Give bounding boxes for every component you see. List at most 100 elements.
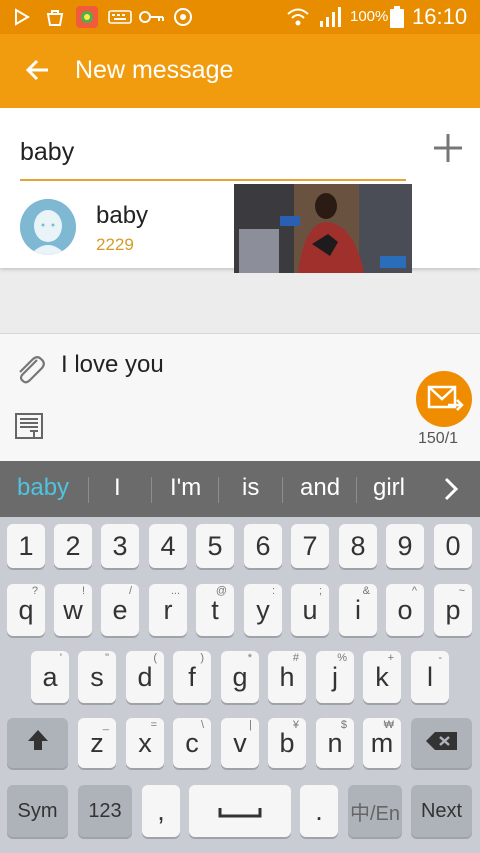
key-l[interactable]: -l bbox=[411, 651, 449, 703]
key-label: 123 bbox=[88, 799, 122, 822]
key-q[interactable]: ? q bbox=[7, 584, 45, 636]
comma-key[interactable]: , bbox=[142, 785, 180, 837]
key-hint: " bbox=[105, 652, 109, 664]
key-hint: | bbox=[249, 719, 252, 731]
numbers-key[interactable]: 123 bbox=[78, 785, 132, 837]
battery-icon bbox=[390, 6, 404, 28]
key-v[interactable]: | v bbox=[221, 718, 259, 768]
sym-key[interactable]: Sym bbox=[7, 785, 68, 837]
key-hint: % bbox=[337, 652, 347, 664]
send-button[interactable] bbox=[416, 371, 472, 427]
prediction-word[interactable]: is bbox=[242, 474, 259, 502]
contact-number: 2229 bbox=[96, 235, 134, 254]
key-c[interactable]: \ c bbox=[173, 718, 211, 768]
prediction-bar: baby I I'm is and girl bbox=[0, 461, 480, 517]
key-hint: ! bbox=[81, 585, 85, 597]
key-w[interactable]: ! w bbox=[54, 584, 92, 636]
chevron-right-icon[interactable] bbox=[437, 475, 465, 503]
key-hint: ) bbox=[200, 652, 204, 664]
space-key[interactable] bbox=[189, 785, 291, 837]
key-1[interactable]: 1 bbox=[7, 524, 45, 568]
key-y[interactable]: :y bbox=[244, 584, 282, 636]
key-label: u bbox=[302, 594, 318, 625]
battery-percent: 100% bbox=[350, 8, 389, 25]
template-icon[interactable] bbox=[14, 411, 44, 441]
key-z[interactable]: _ z bbox=[78, 718, 116, 768]
key-b[interactable]: ¥ b bbox=[268, 718, 306, 768]
prediction-word[interactable]: girl bbox=[373, 474, 405, 502]
period-key[interactable]: . bbox=[300, 785, 338, 837]
key-u[interactable]: ; u bbox=[291, 584, 329, 636]
key-hint: \ bbox=[200, 719, 204, 731]
signal-icon bbox=[318, 6, 342, 28]
key-label: i bbox=[355, 594, 361, 625]
key-label: a bbox=[42, 661, 58, 692]
key-e[interactable]: / e bbox=[101, 584, 139, 636]
prediction-word[interactable]: baby bbox=[17, 474, 69, 502]
language-key[interactable]: 中/En bbox=[348, 785, 402, 837]
key-6[interactable]: 6 bbox=[244, 524, 282, 568]
key-hint: - bbox=[438, 652, 442, 664]
prediction-word[interactable]: and bbox=[300, 474, 340, 502]
key-n[interactable]: $ n bbox=[316, 718, 354, 768]
key-label: h bbox=[279, 661, 295, 692]
key-7[interactable]: 7 bbox=[291, 524, 329, 568]
key-label: 7 bbox=[302, 530, 318, 561]
key-label: b bbox=[279, 727, 295, 758]
key-8[interactable]: 8 bbox=[339, 524, 377, 568]
key-d[interactable]: (d bbox=[126, 651, 164, 703]
key-hint: ? bbox=[31, 585, 38, 597]
key-label: d bbox=[137, 661, 153, 692]
key-k[interactable]: + k bbox=[363, 651, 401, 703]
key-label: 8 bbox=[350, 530, 366, 561]
key-h[interactable]: # h bbox=[268, 651, 306, 703]
app-notification-icon bbox=[76, 6, 98, 28]
play-store-icon bbox=[12, 6, 32, 28]
prediction-word[interactable]: I'm bbox=[170, 474, 201, 502]
key-label: Next bbox=[420, 799, 463, 822]
paperclip-icon[interactable] bbox=[13, 352, 47, 386]
key-label: , bbox=[157, 795, 165, 826]
key-label: 3 bbox=[112, 530, 128, 561]
key-p[interactable]: ~ p bbox=[434, 584, 472, 636]
key-x[interactable]: = x bbox=[126, 718, 164, 768]
prediction-divider bbox=[356, 477, 357, 503]
key-a[interactable]: ' a bbox=[31, 651, 69, 703]
video-overlay[interactable] bbox=[234, 184, 412, 273]
key-2[interactable]: 2 bbox=[54, 524, 92, 568]
back-arrow-icon[interactable] bbox=[20, 52, 56, 88]
vpn-key-icon bbox=[139, 6, 165, 28]
key-label: p bbox=[445, 594, 461, 625]
next-key[interactable]: Next bbox=[411, 785, 472, 837]
key-m[interactable]: ₩ m bbox=[363, 718, 401, 768]
key-9[interactable]: 9 bbox=[386, 524, 424, 568]
key-label: s bbox=[90, 661, 104, 692]
shift-key[interactable] bbox=[7, 718, 68, 768]
key-label: y bbox=[256, 594, 270, 625]
key-label: Sym bbox=[17, 799, 58, 822]
key-j[interactable]: % j bbox=[316, 651, 354, 703]
add-recipient-icon[interactable] bbox=[430, 130, 466, 166]
key-label: z bbox=[90, 727, 104, 758]
key-r[interactable]: ... r bbox=[149, 584, 187, 636]
key-hint: & bbox=[362, 585, 370, 597]
key-4[interactable]: 4 bbox=[149, 524, 187, 568]
recipient-input[interactable] bbox=[20, 133, 406, 181]
key-s[interactable]: " s bbox=[78, 651, 116, 703]
key-o[interactable]: ^ o bbox=[386, 584, 424, 636]
key-5[interactable]: 5 bbox=[196, 524, 234, 568]
key-0[interactable]: 0 bbox=[434, 524, 472, 568]
key-label: g bbox=[232, 661, 248, 692]
backspace-key[interactable] bbox=[411, 718, 472, 768]
key-g[interactable]: * g bbox=[221, 651, 259, 703]
key-f[interactable]: ) f bbox=[173, 651, 211, 703]
key-label: k bbox=[375, 661, 389, 692]
key-i[interactable]: & i bbox=[339, 584, 377, 636]
prediction-word[interactable]: I bbox=[114, 474, 121, 502]
key-t[interactable]: @ t bbox=[196, 584, 234, 636]
status-bar: 100% 16:10 bbox=[0, 0, 480, 34]
key-label: 9 bbox=[397, 530, 413, 561]
key-hint: # bbox=[292, 652, 299, 664]
message-text[interactable]: I love you bbox=[61, 351, 164, 379]
key-3[interactable]: 3 bbox=[101, 524, 139, 568]
